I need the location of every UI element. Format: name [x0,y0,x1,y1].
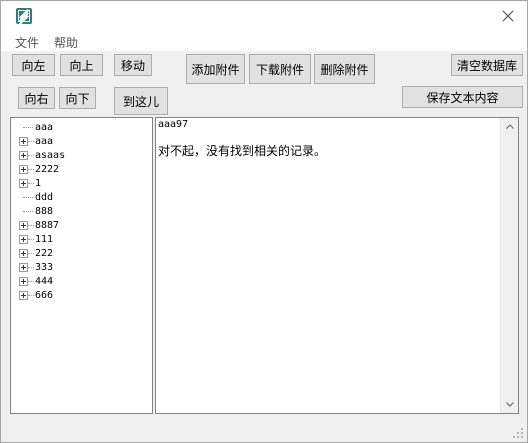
save-text-button[interactable]: 保存文本内容 [402,86,523,108]
clear-database-button[interactable]: 清空数据库 [451,54,523,76]
tree-node-label: 222 [35,248,54,259]
expand-icon[interactable] [19,277,28,286]
content-panel[interactable]: aaa97 对不起，没有找到相关的记录。 [155,117,519,414]
main-window: 文件 帮助 向左 向上 移动 向右 向下 到这儿 添加附件 下载附件 删除附件 … [0,0,528,443]
tree-node[interactable]: 1 [11,177,151,190]
tree-connector [28,267,34,268]
tree-node[interactable]: 888 [11,205,151,218]
move-down-button[interactable]: 向下 [59,87,96,109]
tree-connector [28,295,34,296]
tree-node-label: 1 [35,178,42,189]
tree-connector [28,141,34,142]
tree-node-label: 888 [35,206,54,217]
tree-node-label: aaa [35,122,54,133]
tree-node[interactable]: 8887 [11,219,151,232]
menu-help[interactable]: 帮助 [54,34,78,51]
tree-connector [28,183,34,184]
expand-icon[interactable] [19,221,28,230]
tree-node[interactable]: 2222 [11,163,151,176]
tree-connector [28,281,34,282]
tree-connector [23,211,33,212]
tree-connector [23,197,33,198]
tree-node[interactable]: 111 [11,233,151,246]
tree-node[interactable]: 333 [11,261,151,274]
close-icon[interactable] [497,5,519,27]
tree-view[interactable]: aaa aaa asaas 2222 1 ddd 888 8887 111 222 333 444 66… [10,117,153,414]
move-left-button[interactable]: 向左 [12,54,55,76]
download-attachment-button[interactable]: 下载附件 [249,54,311,84]
add-attachment-button[interactable]: 添加附件 [186,54,245,84]
tree-connector [28,239,34,240]
tree-node[interactable]: aaa [11,121,151,134]
app-icon [16,8,32,24]
goto-here-button[interactable]: 到这儿 [114,87,168,115]
resize-grip-icon[interactable] [512,427,524,439]
tree-node[interactable]: asaas [11,149,151,162]
tree-node-label: aaa [35,136,54,147]
tree-node-label: 2222 [35,164,60,175]
expand-icon[interactable] [19,137,28,146]
scroll-up-icon[interactable] [501,118,518,135]
tree-node[interactable]: 444 [11,275,151,288]
tree-node-label: 333 [35,262,54,273]
expand-icon[interactable] [19,249,28,258]
no-record-message: 对不起，没有找到相关的记录。 [158,144,327,158]
tree-connector [23,127,33,128]
tree-node[interactable]: 666 [11,289,151,302]
scroll-down-icon[interactable] [501,396,518,413]
move-up-button[interactable]: 向上 [60,54,103,76]
record-title: aaa97 [158,119,189,130]
expand-icon[interactable] [19,235,28,244]
expand-icon[interactable] [19,165,28,174]
tree-connector [28,169,34,170]
expand-icon[interactable] [19,263,28,272]
status-bar [1,414,527,442]
vertical-scrollbar[interactable] [500,118,518,413]
move-right-button[interactable]: 向右 [18,87,55,109]
title-bar [1,1,527,32]
tree-node[interactable]: ddd [11,191,151,204]
tree-node-label: 666 [35,290,54,301]
menu-file[interactable]: 文件 [15,34,39,51]
tree-node[interactable]: aaa [11,135,151,148]
expand-icon[interactable] [19,179,28,188]
tree-connector [28,155,34,156]
tree-node-label: 111 [35,234,54,245]
tree-connector [28,225,34,226]
tree-node-label: ddd [35,192,54,203]
tree-node-label: 444 [35,276,54,287]
tree-connector [28,253,34,254]
delete-attachment-button[interactable]: 删除附件 [314,54,375,84]
tree-node-label: asaas [35,150,66,161]
tree-node[interactable]: 222 [11,247,151,260]
tree-node-label: 8887 [35,220,60,231]
menu-bar: 文件 帮助 [1,32,527,51]
move-button[interactable]: 移动 [114,54,152,76]
expand-icon[interactable] [19,291,28,300]
expand-icon[interactable] [19,151,28,160]
